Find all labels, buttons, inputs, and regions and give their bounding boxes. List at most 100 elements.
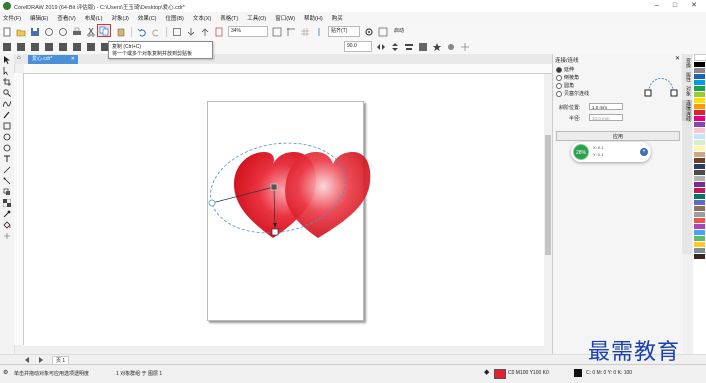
swatch-silver[interactable] [694, 212, 705, 217]
shape-tool[interactable] [0, 65, 14, 76]
weld-icon[interactable] [446, 42, 456, 52]
radius-field[interactable]: 10.0 mm [589, 114, 623, 121]
menu-table[interactable]: 表格(T) [220, 14, 238, 22]
print-icon[interactable] [72, 27, 82, 37]
home-icon[interactable]: ⌂ [17, 55, 21, 61]
swatch-taupe[interactable] [694, 206, 705, 211]
paste-icon[interactable] [116, 27, 126, 37]
align-distribute-icon[interactable] [404, 42, 414, 52]
rectangle-tool[interactable] [0, 120, 14, 131]
menu-buy[interactable]: 购买 [332, 14, 343, 22]
undo-icon[interactable] [137, 27, 147, 37]
swatch-lime[interactable] [694, 92, 705, 97]
import-icon[interactable] [186, 27, 196, 37]
swatch-tan[interactable] [694, 152, 705, 157]
swatch-black[interactable] [694, 62, 705, 67]
color-eyedropper-tool[interactable] [0, 208, 14, 219]
swatch-crimson[interactable] [694, 188, 705, 193]
menu-text[interactable]: 文本(X) [193, 14, 211, 22]
zoom-level-select[interactable]: 34% [228, 26, 268, 37]
cloud-save-icon[interactable] [58, 27, 68, 37]
side-tab-connector[interactable]: 连接/连线 [682, 100, 692, 122]
option-round[interactable]: 圆角 [556, 82, 574, 89]
cloud-open-icon[interactable] [44, 27, 54, 37]
options-gear-icon[interactable] [364, 27, 374, 37]
fill-color-swatch[interactable] [494, 369, 506, 379]
polygon-tool[interactable] [0, 142, 14, 153]
property-icon-7[interactable] [86, 42, 96, 52]
text-tool[interactable] [0, 153, 14, 164]
swatch-brown[interactable] [694, 158, 705, 163]
freehand-tool[interactable] [0, 98, 14, 109]
zoom-tool[interactable] [0, 87, 14, 98]
swatch-green[interactable] [694, 86, 705, 91]
swatch-orchid[interactable] [694, 224, 705, 229]
mirror-horizontal-icon[interactable] [376, 42, 386, 52]
snap-to-select[interactable]: 贴齐(T) [328, 26, 360, 37]
add-tool-button[interactable] [0, 230, 14, 241]
parallel-dimension-tool[interactable] [0, 164, 14, 175]
menu-object[interactable]: 对象(J) [111, 14, 128, 22]
transparency-tool[interactable] [0, 197, 14, 208]
combine-icon[interactable] [418, 42, 428, 52]
full-screen-icon[interactable] [272, 27, 282, 37]
option-chamfer[interactable]: 倒棱角 [556, 74, 579, 81]
export-icon[interactable] [200, 27, 210, 37]
swatch-navy[interactable] [694, 164, 705, 169]
property-icon-2[interactable] [16, 42, 26, 52]
mirror-vertical-icon[interactable] [390, 42, 400, 52]
redo-icon[interactable] [151, 27, 161, 37]
swatch-blue[interactable] [694, 74, 705, 79]
artwork-layer[interactable] [200, 140, 380, 250]
handle-start-node[interactable] [208, 199, 216, 207]
swatch-light-blue[interactable] [694, 134, 705, 139]
star-icon[interactable] [432, 42, 442, 52]
show-guidelines-icon[interactable] [314, 27, 324, 37]
document-tab[interactable]: 爱心.cdr* ✕ [28, 55, 78, 64]
apply-button[interactable]: 应用 [556, 131, 680, 141]
menu-bitmaps[interactable]: 位图(B) [166, 14, 184, 22]
pick-tool[interactable] [0, 54, 14, 65]
swatch-magenta[interactable] [694, 116, 705, 121]
swatch-purple[interactable] [694, 122, 705, 127]
menu-layout[interactable]: 布局(L) [85, 14, 103, 22]
swatch-espresso[interactable] [694, 254, 705, 259]
swatch-sky[interactable] [694, 230, 705, 235]
artistic-media-tool[interactable] [0, 109, 14, 120]
cut-icon[interactable] [86, 27, 96, 37]
handle-center-node[interactable] [270, 183, 278, 191]
horizontal-ruler[interactable] [24, 64, 552, 74]
menu-window[interactable]: 窗口(W) [275, 14, 295, 22]
property-icon-3[interactable] [30, 42, 40, 52]
show-rulers-icon[interactable] [286, 27, 296, 37]
copy-button-highlighted[interactable] [97, 24, 111, 37]
side-tab-objects[interactable]: 对象 [682, 86, 692, 96]
swatch-pink[interactable] [694, 128, 705, 133]
option-extend[interactable]: 延伸 [556, 66, 574, 73]
fill-bucket-icon[interactable]: ◆ [484, 368, 489, 376]
new-document-icon[interactable] [2, 27, 12, 37]
swatch-yellow[interactable] [694, 98, 705, 103]
swatch-red[interactable] [694, 110, 705, 115]
settings-gear-icon[interactable]: ⚙ [3, 369, 8, 376]
heart-right[interactable] [285, 152, 371, 238]
swatch-teal[interactable] [694, 194, 705, 199]
horizontal-scrollbar[interactable] [24, 346, 552, 354]
menu-view[interactable]: 查看(V) [57, 14, 75, 22]
corner-position-field[interactable]: 1.0 mm [589, 103, 623, 110]
launch-menu[interactable]: 启动 [392, 27, 420, 36]
search-content-icon[interactable] [172, 27, 182, 37]
property-icon-4[interactable] [44, 42, 54, 52]
rotation-angle-field[interactable]: 90.0 [344, 41, 372, 52]
menu-effects[interactable]: 效果(C) [138, 14, 157, 22]
close-button[interactable]: ✕ [687, 1, 701, 11]
swatch-light-yellow[interactable] [694, 146, 705, 151]
publish-pdf-icon[interactable] [214, 27, 224, 37]
add-icon[interactable] [460, 42, 470, 52]
property-icon-6[interactable] [72, 42, 82, 52]
swatch-amber[interactable] [694, 242, 705, 247]
ellipse-tool[interactable] [0, 131, 14, 142]
save-icon[interactable] [30, 27, 40, 37]
open-folder-icon[interactable] [16, 27, 26, 37]
docker-close-icon[interactable]: ✕ [675, 55, 680, 62]
